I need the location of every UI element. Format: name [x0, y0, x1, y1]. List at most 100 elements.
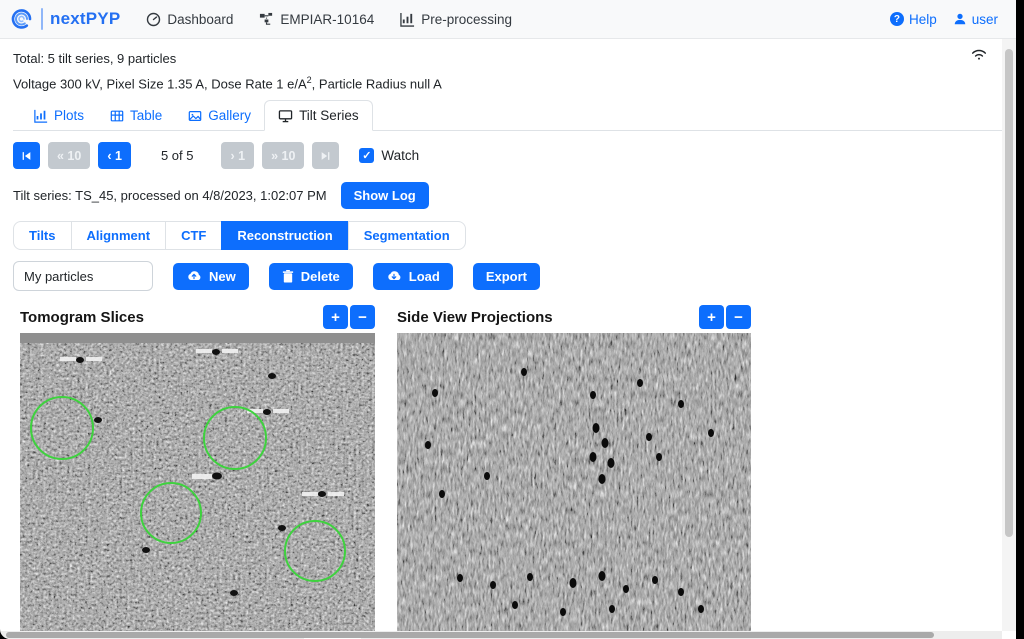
side-view-fiducials	[397, 333, 751, 639]
tab-segmentation[interactable]: Segmentation	[348, 221, 466, 250]
delete-button[interactable]: Delete	[269, 263, 353, 290]
side-view-zoom-in-button[interactable]: +	[699, 305, 724, 329]
cloud-upload-icon	[186, 270, 202, 282]
tomogram-zoom-in-button[interactable]: +	[323, 305, 348, 329]
last-page-button[interactable]	[312, 142, 339, 169]
nav-project-label: EMPIAR-10164	[280, 12, 374, 27]
tomogram-panel: Tomogram Slices + −	[20, 304, 375, 639]
particles-list-input[interactable]	[13, 261, 153, 291]
show-log-button[interactable]: Show Log	[341, 182, 429, 209]
top-nav-links: Dashboard EMPIAR-10164 P	[146, 12, 512, 27]
tab-reconstruction[interactable]: Reconstruction	[221, 221, 348, 250]
side-view-image[interactable]	[397, 333, 751, 639]
delete-button-label: Delete	[301, 269, 340, 284]
particle-circle[interactable]	[203, 406, 267, 470]
nav-project-empiar-10164[interactable]: EMPIAR-10164	[259, 12, 374, 27]
vertical-scrollbar[interactable]	[1002, 39, 1016, 631]
brand[interactable]: nextPYP	[10, 7, 120, 31]
side-view-title: Side View Projections	[397, 309, 553, 326]
side-view-zoom-controls: + −	[699, 305, 751, 329]
tomogram-image[interactable]: 1000 A	[20, 333, 375, 639]
project-icon	[259, 12, 274, 27]
tab-gallery-label: Gallery	[208, 108, 251, 123]
particle-circle[interactable]	[30, 396, 94, 460]
back-10-button[interactable]: « 10	[48, 142, 90, 169]
export-button[interactable]: Export	[473, 263, 540, 290]
app-window: nextPYP Dashboard EMPIAR-10164	[0, 0, 1016, 639]
tilt-series-icon	[278, 109, 293, 123]
help-label: Help	[909, 12, 937, 27]
watch-label: Watch	[381, 148, 419, 163]
section-tabs: Tilts Alignment CTF Reconstruction Segme…	[13, 221, 466, 250]
forward-10-button[interactable]: » 10	[262, 142, 304, 169]
cloud-download-icon	[386, 270, 402, 282]
user-label: user	[972, 12, 998, 27]
top-navbar: nextPYP Dashboard EMPIAR-10164	[0, 0, 1016, 39]
dashboard-icon	[146, 12, 161, 27]
gallery-icon	[188, 109, 202, 123]
side-view-zoom-out-button[interactable]: −	[726, 305, 751, 329]
tab-plots-label: Plots	[54, 108, 84, 123]
user-icon	[953, 12, 967, 26]
tomogram-zoom-controls: + −	[323, 305, 375, 329]
first-page-button[interactable]	[13, 142, 40, 169]
nextpyp-logo-icon	[10, 7, 34, 31]
watch-toggle[interactable]: ✓ Watch	[359, 148, 419, 163]
particles-toolbar: New Delete Load	[13, 261, 1016, 291]
user-menu[interactable]: user	[953, 12, 998, 27]
summary-totals: Total: 5 tilt series, 9 particles	[13, 51, 1016, 66]
particle-circle[interactable]	[140, 482, 202, 544]
tomogram-top-border	[20, 333, 375, 343]
tab-ctf[interactable]: CTF	[165, 221, 222, 250]
nav-preprocessing-label: Pre-processing	[421, 12, 512, 27]
brand-name: nextPYP	[50, 9, 120, 29]
back-1-button[interactable]: ‹ 1	[98, 142, 131, 169]
plots-icon	[34, 109, 48, 123]
topbar-right: ? Help user	[890, 12, 998, 27]
summary-params: Voltage 300 kV, Pixel Size 1.35 A, Dose …	[13, 75, 1016, 91]
export-button-label: Export	[486, 269, 527, 284]
nav-preprocessing[interactable]: Pre-processing	[400, 12, 512, 27]
tab-tilt-series[interactable]: Tilt Series	[264, 100, 373, 131]
connection-status-icon	[970, 47, 988, 66]
summary-params-suffix: , Particle Radius null A	[312, 76, 442, 91]
load-button[interactable]: Load	[373, 263, 453, 290]
table-icon	[110, 109, 124, 123]
main-content: Total: 5 tilt series, 9 particles Voltag…	[0, 39, 1016, 639]
watch-checkbox[interactable]: ✓	[359, 148, 374, 163]
panels: Tomogram Slices + −	[20, 304, 1016, 639]
tilt-series-info: Tilt series: TS_45, processed on 4/8/202…	[13, 188, 327, 203]
load-button-label: Load	[409, 269, 440, 284]
nav-dashboard-label: Dashboard	[167, 12, 233, 27]
side-view-panel-header: Side View Projections + −	[397, 304, 751, 330]
side-view-panel: Side View Projections + −	[397, 304, 751, 639]
tomogram-fiducials	[20, 333, 375, 639]
pagination-controls: « 10 ‹ 1 5 of 5 › 1 » 10 ✓ Watch	[13, 142, 1016, 169]
nav-dashboard[interactable]: Dashboard	[146, 12, 233, 27]
tomogram-panel-header: Tomogram Slices + −	[20, 304, 375, 330]
vertical-scrollbar-thumb[interactable]	[1005, 49, 1013, 537]
help-link[interactable]: ? Help	[890, 12, 937, 27]
brand-divider	[41, 8, 43, 30]
tab-tilts[interactable]: Tilts	[13, 221, 72, 250]
help-icon: ?	[890, 12, 904, 26]
summary-params-prefix: Voltage 300 kV, Pixel Size 1.35 A, Dose …	[13, 76, 307, 91]
forward-1-button[interactable]: › 1	[221, 142, 254, 169]
tab-table-label: Table	[130, 108, 162, 123]
trash-icon	[282, 270, 294, 283]
tomogram-zoom-out-button[interactable]: −	[350, 305, 375, 329]
tab-table[interactable]: Table	[97, 101, 175, 130]
view-tabs: Plots Table	[13, 100, 1016, 131]
particle-circle[interactable]	[284, 520, 346, 582]
tab-gallery[interactable]: Gallery	[175, 101, 264, 130]
new-button-label: New	[209, 269, 236, 284]
tab-tilt-series-label: Tilt Series	[299, 108, 359, 123]
tab-alignment[interactable]: Alignment	[71, 221, 167, 250]
tomogram-title: Tomogram Slices	[20, 309, 144, 326]
tab-plots[interactable]: Plots	[21, 101, 97, 130]
screen: { "topbar": { "brand": "nextPYP", "nav":…	[0, 0, 1024, 639]
tilt-series-row: Tilt series: TS_45, processed on 4/8/202…	[13, 182, 1016, 209]
new-button[interactable]: New	[173, 263, 249, 290]
preprocessing-icon	[400, 12, 415, 27]
page-status: 5 of 5	[161, 148, 194, 163]
